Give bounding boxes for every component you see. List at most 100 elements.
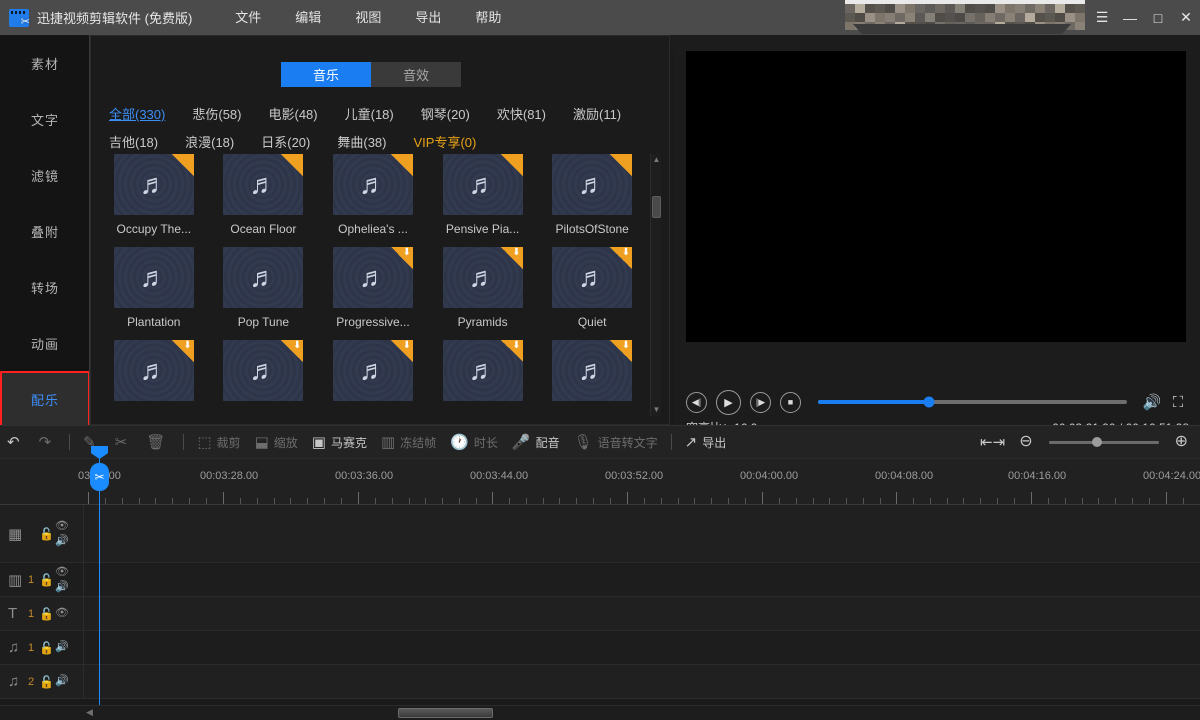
menu-edit[interactable]: 编辑 [278,0,338,35]
sidebar-item-4[interactable]: 转场 [0,259,90,315]
volume-icon[interactable]: 🔊 [1141,391,1163,413]
sidebar-item-2[interactable]: 滤镜 [0,147,90,203]
menu-export[interactable]: 导出 [398,0,458,35]
crop-button[interactable]: ⬚ 裁剪 [190,425,247,459]
music-thumbnail[interactable]: ♬ [552,154,633,215]
fit-timeline-button[interactable]: ⇤⇥ [973,425,1012,459]
music-thumbnail[interactable]: ♬ ⬇ [223,340,304,401]
playback-progress-slider[interactable] [818,396,1127,408]
category-categories_row1-6[interactable]: 激励(11) [573,104,621,123]
zoom-slider-knob[interactable] [1091,437,1102,447]
music-tile[interactable]: ♬ ⬇ [537,340,647,408]
unlock-icon[interactable]: 🔓 [39,641,55,655]
download-badge-icon[interactable]: ⬇ [610,247,633,269]
play-button[interactable]: ▶ [716,389,741,415]
undo-button[interactable]: ↶ [0,425,32,459]
sidebar-item-6[interactable]: 配乐 [0,371,90,427]
menu-help[interactable]: 帮助 [458,0,518,35]
category-categories_row2-2[interactable]: 日系(20) [261,132,310,151]
music-thumbnail[interactable]: ♬ [113,154,194,215]
music-thumbnail[interactable]: ♬ [223,154,304,215]
music-thumbnail[interactable]: ♬ ⬇ [332,340,413,401]
category-categories_row1-2[interactable]: 电影(48) [268,104,317,123]
category-categories_row2-1[interactable]: 浪漫(18) [185,132,234,151]
eye-icon[interactable]: 👁 [55,565,69,580]
library-vertical-scrollbar[interactable]: ▲ ▼ [650,154,661,416]
music-thumbnail[interactable]: ♬ ⬇ [113,340,194,401]
zoom-out-button[interactable]: ⊖ [1012,425,1039,459]
mosaic-button[interactable]: ▣ 马赛克 [305,425,374,459]
duration-button[interactable]: 🕐 时长 [443,425,505,459]
music-tile[interactable]: ♬ Plantation [99,247,209,329]
sidebar-item-0[interactable]: 素材 [0,35,90,91]
category-categories_row1-4[interactable]: 钢琴(20) [421,104,470,123]
speaker-icon[interactable]: 🔊 [55,534,69,549]
music-thumbnail[interactable]: ♬ ⬇ [442,247,523,308]
music-tile[interactable]: ♬ Pensive Pia... [428,154,538,236]
category-categories_row2-3[interactable]: 舞曲(38) [337,132,386,151]
prev-frame-button[interactable]: ◀| [686,391,707,413]
download-badge-icon[interactable]: ⬇ [390,247,413,269]
track-lane[interactable] [84,665,1200,698]
download-badge-icon[interactable]: ⬇ [171,340,194,362]
category-categories_row1-1[interactable]: 悲伤(58) [192,104,241,123]
music-thumbnail[interactable]: ♬ ⬇ [552,340,633,401]
track-lane[interactable] [84,597,1200,630]
hamburger-menu-icon[interactable]: ☰ [1088,0,1116,35]
menu-file[interactable]: 文件 [218,0,278,35]
fullscreen-icon[interactable]: ⛶ [1167,391,1189,413]
next-frame-button[interactable]: |▶ [750,391,771,413]
scale-button[interactable]: ⬓ 缩放 [248,425,305,459]
scroll-up-icon[interactable]: ▲ [651,154,662,166]
music-tile[interactable]: ♬ Pop Tune [209,247,319,329]
music-thumbnail[interactable]: ♬ [223,247,304,308]
track-lane[interactable] [84,563,1200,596]
music-tile[interactable]: ♬ PilotsOfStone [537,154,647,236]
stop-button[interactable]: ■ [780,391,801,413]
minimize-icon[interactable]: — [1116,0,1144,35]
music-tile[interactable]: ♬ ⬇ Quiet [537,247,647,329]
music-tile[interactable]: ♬ Occupy The... [99,154,209,236]
eye-icon[interactable]: 👁 [55,606,69,621]
scrollbar-thumb[interactable] [652,196,661,218]
music-thumbnail[interactable]: ♬ ⬇ [442,340,523,401]
timeline-zoom-slider[interactable] [1048,437,1159,447]
speaker-icon[interactable]: 🔊 [55,640,69,655]
eye-icon[interactable]: 👁 [55,519,69,534]
close-icon[interactable]: ✕ [1172,0,1200,35]
speech-to-text-button[interactable]: 🎙 语音转文字 [567,425,665,459]
unlock-icon[interactable]: 🔓 [39,607,55,621]
music-thumbnail[interactable]: ♬ ⬇ [332,247,413,308]
music-tile[interactable]: ♬ Opheliea's ... [318,154,428,236]
export-button[interactable]: ↗ 导出 [678,425,734,459]
library-tab-0[interactable]: 音乐 [281,62,371,87]
category-categories_row1-3[interactable]: 儿童(18) [345,104,394,123]
sidebar-item-3[interactable]: 叠附 [0,203,90,259]
speaker-icon[interactable]: 🔊 [55,674,69,689]
track-lane[interactable] [84,505,1200,562]
music-tile[interactable]: ♬ ⬇ Pyramids [428,247,538,329]
zoom-in-button[interactable]: ⊕ [1168,425,1200,459]
progress-knob[interactable] [923,396,935,408]
music-thumbnail[interactable]: ♬ ⬇ [552,247,633,308]
video-preview-area[interactable] [686,51,1186,342]
timeline-horizontal-scrollbar[interactable]: ◀ [0,705,1200,720]
menu-view[interactable]: 视图 [338,0,398,35]
category-categories_row1-0[interactable]: 全部(330) [109,104,165,123]
speaker-icon[interactable]: 🔊 [55,580,69,595]
unlock-icon[interactable]: 🔓 [39,527,55,541]
music-tile[interactable]: ♬ ⬇ [209,340,319,408]
maximize-icon[interactable]: □ [1144,0,1172,35]
category-categories_row2-4[interactable]: VIP专享(0) [414,132,477,151]
unlock-icon[interactable]: 🔓 [39,675,55,689]
redo-button[interactable]: ↷ [32,425,64,459]
timeline-ruler[interactable]: 03:20.0000:03:28.0000:03:36.0000:03:44.0… [0,459,1200,505]
hscroll-thumb[interactable] [398,708,493,718]
music-thumbnail[interactable]: ♬ [332,154,413,215]
track-lane[interactable] [84,631,1200,664]
download-badge-icon[interactable]: ⬇ [500,340,523,362]
music-thumbnail[interactable]: ♬ [113,247,194,308]
download-badge-icon[interactable]: ⬇ [610,340,633,362]
freeze-frame-button[interactable]: ▥ 冻结帧 [374,425,443,459]
music-thumbnail[interactable]: ♬ [442,154,523,215]
